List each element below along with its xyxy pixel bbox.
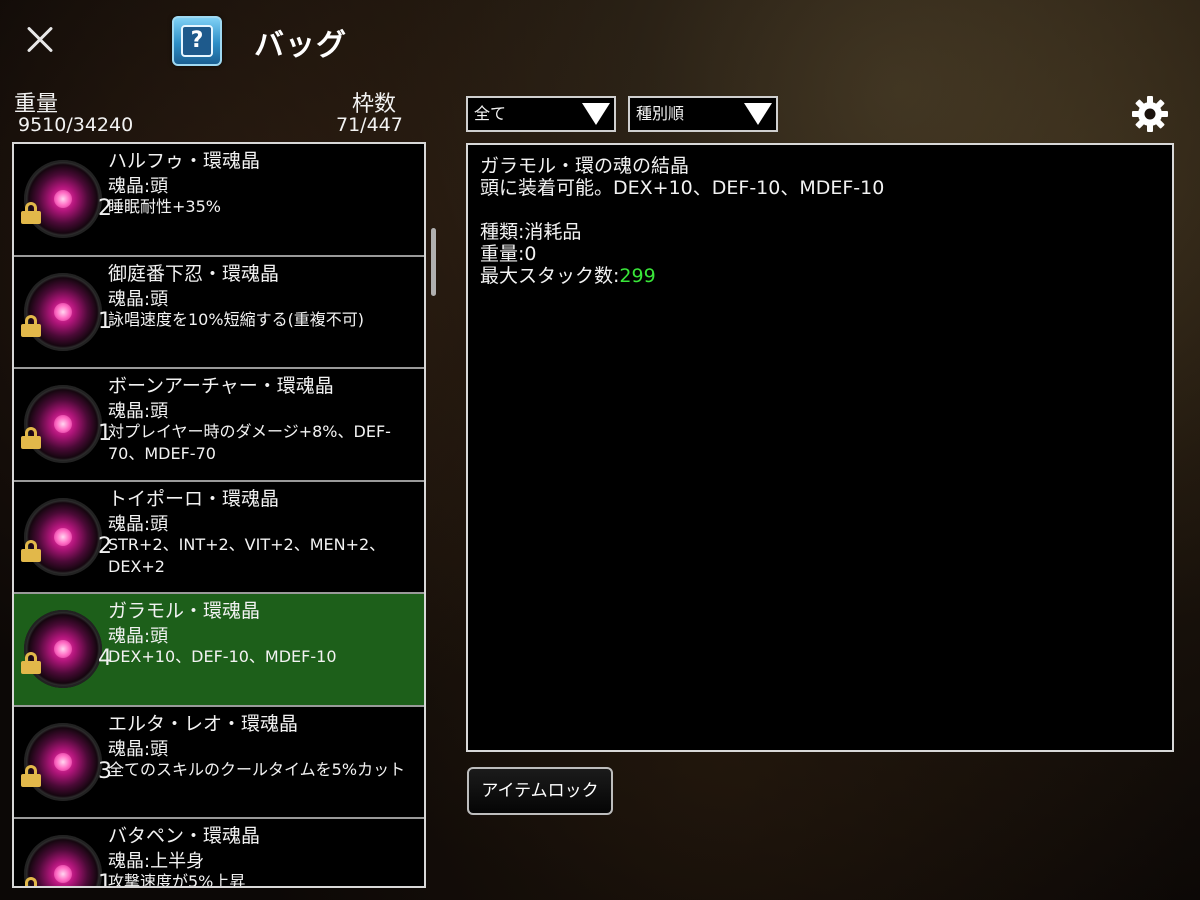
lock-icon [20, 202, 42, 224]
item-slot: 魂晶:頭 [108, 513, 169, 535]
list-item[interactable]: 1 御庭番下忍・環魂晶 魂晶:頭 詠唱速度を10%短縮する(重複不可) [14, 256, 424, 369]
item-slot: 魂晶:上半身 [108, 851, 205, 872]
list-item[interactable]: 2 トイポーロ・環魂晶 魂晶:頭 STR+2、INT+2、VIT+2、MEN+2… [14, 481, 424, 594]
detail-weight: 重量:0 [480, 243, 537, 265]
soul-crystal-icon [24, 722, 102, 801]
item-name: 御庭番下忍・環魂晶 [108, 262, 280, 285]
item-effect: STR+2、INT+2、VIT+2、MEN+2、DEX+2 [108, 534, 386, 576]
soul-crystal-icon [24, 497, 102, 576]
soul-crystal-icon [24, 160, 102, 238]
list-scrollbar[interactable] [431, 228, 436, 296]
detail-spacer [480, 199, 1160, 221]
lock-icon [20, 314, 42, 337]
question-icon: ? [181, 25, 213, 57]
lock-icon [20, 877, 42, 886]
max-stack-value: 299 [619, 265, 656, 287]
detail-title: ガラモル・環の魂の結晶 [480, 155, 690, 177]
chevron-down-icon [744, 103, 772, 125]
item-detail-panel: ガラモル・環の魂の結晶 頭に装着可能。DEX+10、DEF-10、MDEF-10… [466, 143, 1174, 752]
detail-description: 頭に装着可能。DEX+10、DEF-10、MDEF-10 [480, 177, 885, 199]
item-lock-button[interactable]: アイテムロック [467, 767, 613, 815]
item-effect: 詠唱速度を10%短縮する(重複不可) [108, 309, 365, 329]
detail-max-stack: 最大スタック数:299 [480, 265, 1160, 287]
detail-type: 種類:消耗品 [480, 221, 582, 243]
item-effect: 対プレイヤー時のダメージ+8%、DEF-70、MDEF-70 [108, 422, 391, 463]
item-name: エルタ・レオ・環魂晶 [108, 712, 299, 735]
lock-icon [20, 539, 42, 562]
list-item[interactable]: 1 バタペン・環魂晶 魂晶:上半身 攻撃速度が5%上昇 [14, 819, 424, 888]
item-slot: 魂晶:頭 [108, 176, 169, 197]
soul-crystal-icon [24, 272, 102, 351]
sort-order-value: 種別順 [636, 104, 685, 123]
item-effect: 全てのスキルのクールタイムを5%カット [108, 759, 406, 779]
soul-crystal-icon [24, 385, 102, 463]
lock-icon [20, 427, 42, 449]
item-name: ハルフゥ・環魂晶 [108, 150, 261, 172]
lock-icon [20, 652, 42, 674]
item-name: ガラモル・環魂晶 [108, 600, 261, 622]
item-list[interactable]: 2 ハルフゥ・環魂晶 魂晶:頭 睡眠耐性+35% 1 御庭番下忍・環魂晶 魂晶:… [12, 142, 426, 888]
category-filter-dropdown[interactable]: 全て [466, 96, 616, 132]
item-slot: 魂晶:頭 [108, 401, 169, 422]
lock-icon [20, 764, 42, 787]
item-name: バタペン・環魂晶 [108, 825, 261, 847]
weight-value: 9510/34240 [18, 114, 134, 136]
gear-icon[interactable] [1130, 94, 1170, 134]
max-stack-label: 最大スタック数: [480, 265, 620, 287]
screen-title: バッグ [254, 28, 347, 63]
item-slot: 魂晶:頭 [108, 288, 169, 310]
list-item[interactable]: 1 ボーンアーチャー・環魂晶 魂晶:頭 対プレイヤー時のダメージ+8%、DEF-… [14, 369, 424, 482]
close-icon[interactable] [20, 20, 60, 60]
slots-value: 71/447 [336, 114, 403, 136]
sort-order-dropdown[interactable]: 種別順 [628, 96, 778, 132]
help-button[interactable]: ? [172, 16, 222, 66]
item-name: ボーンアーチャー・環魂晶 [108, 375, 334, 397]
list-item[interactable]: 3 エルタ・レオ・環魂晶 魂晶:頭 全てのスキルのクールタイムを5%カット [14, 706, 424, 819]
item-slot: 魂晶:頭 [108, 738, 169, 760]
item-effect: 睡眠耐性+35% [108, 197, 221, 216]
item-name: トイポーロ・環魂晶 [108, 487, 280, 510]
item-effect: DEX+10、DEF-10、MDEF-10 [108, 647, 337, 666]
item-slot: 魂晶:頭 [108, 626, 169, 647]
soul-crystal-icon [24, 610, 102, 688]
category-filter-value: 全て [474, 104, 507, 123]
list-item[interactable]: 2 ハルフゥ・環魂晶 魂晶:頭 睡眠耐性+35% [14, 144, 424, 257]
list-item-selected[interactable]: 4 ガラモル・環魂晶 魂晶:頭 DEX+10、DEF-10、MDEF-10 [14, 594, 424, 707]
item-effect: 攻撃速度が5%上昇 [108, 872, 246, 888]
chevron-down-icon [582, 103, 610, 125]
